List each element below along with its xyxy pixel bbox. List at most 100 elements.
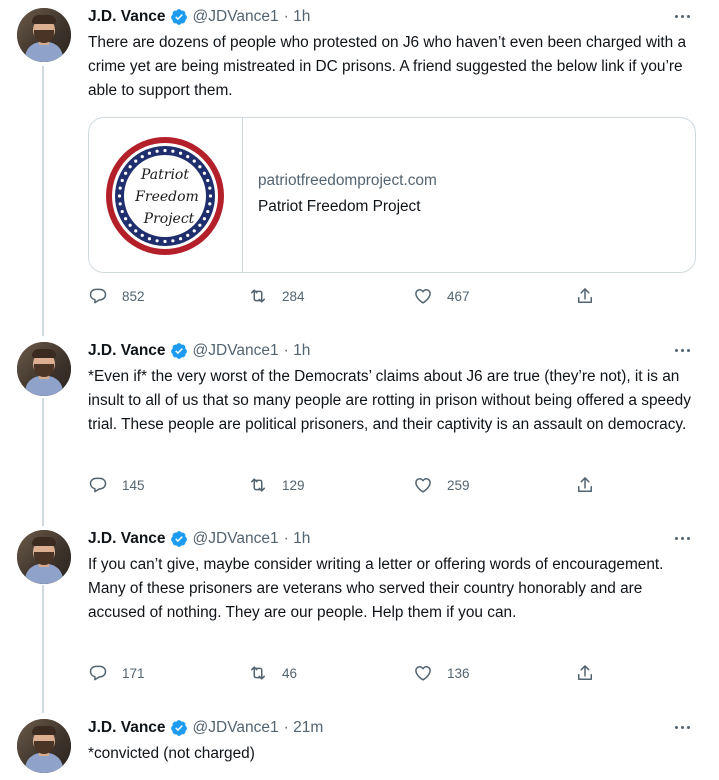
like-button[interactable]: 259 <box>413 475 470 495</box>
logo-star <box>206 209 210 214</box>
tweet[interactable]: J.D. Vance @JDVance1 · 1h There are doze… <box>0 0 719 328</box>
share-button[interactable] <box>575 286 609 306</box>
timestamp[interactable]: · 1h <box>284 530 311 548</box>
reply-icon <box>89 665 107 681</box>
logo-line-3: Project <box>143 211 195 227</box>
author-name[interactable]: J.D. Vance <box>88 530 166 548</box>
share-icon <box>578 477 592 492</box>
card-logo-image: Patriot Freedom Project <box>89 118 243 272</box>
tweet[interactable]: J.D. Vance @JDVance1 · 21m *convicted (n… <box>0 711 719 780</box>
timestamp[interactable]: · 1h <box>284 8 311 26</box>
card-title[interactable]: Patriot Freedom Project <box>258 198 421 216</box>
retweet-icon <box>251 478 265 492</box>
logo-line-1: Patriot <box>140 167 189 183</box>
logo-star <box>140 233 144 237</box>
more-options-icon[interactable] <box>675 719 690 735</box>
more-options-icon[interactable] <box>675 8 690 24</box>
link-card[interactable]: Patriot Freedom Project patriotfreedompr… <box>88 117 696 273</box>
retweet-icon <box>251 666 265 680</box>
logo-star <box>124 171 128 175</box>
more-options-icon[interactable] <box>675 530 690 546</box>
retweet-button[interactable]: 284 <box>248 286 305 306</box>
reply-icon <box>89 288 107 304</box>
tweet-header: J.D. Vance @JDVance1 · 1h <box>88 6 310 28</box>
patriot-freedom-logo: Patriot Freedom Project <box>106 137 224 255</box>
reply-count: 145 <box>122 477 145 493</box>
tweet-header: J.D. Vance @JDVance1 · 21m <box>88 717 323 739</box>
author-handle[interactable]: @JDVance1 <box>193 8 279 26</box>
like-icon <box>415 478 431 493</box>
author-name[interactable]: J.D. Vance <box>88 342 166 360</box>
more-options-icon[interactable] <box>675 342 690 358</box>
tweet[interactable]: J.D. Vance @JDVance1 · 1h If you can’t g… <box>0 522 719 702</box>
logo-star <box>128 165 132 169</box>
logo-star <box>155 239 159 243</box>
like-icon <box>415 666 431 681</box>
verified-badge-icon <box>170 343 187 359</box>
retweet-count: 46 <box>282 665 298 681</box>
reply-button[interactable]: 852 <box>88 286 145 306</box>
tweet-header: J.D. Vance @JDVance1 · 1h <box>88 340 310 362</box>
logo-star <box>117 194 122 198</box>
logo-star <box>186 155 190 159</box>
logo-star <box>178 237 183 241</box>
logo-star <box>134 159 138 163</box>
logo-star <box>128 223 132 227</box>
logo-star <box>118 186 122 190</box>
avatar[interactable] <box>17 342 71 396</box>
author-name[interactable]: J.D. Vance <box>88 719 166 737</box>
retweet-count: 284 <box>282 288 305 304</box>
author-handle[interactable]: @JDVance1 <box>193 719 279 737</box>
timestamp[interactable]: · 21m <box>284 719 324 737</box>
reply-count: 171 <box>122 665 145 681</box>
like-button[interactable]: 467 <box>413 286 470 306</box>
logo-star <box>192 229 196 233</box>
like-count: 136 <box>447 665 470 681</box>
tweet-text: If you can’t give, maybe consider writin… <box>88 556 664 621</box>
verified-badge-icon <box>170 531 187 547</box>
logo-star <box>124 217 128 221</box>
tweet-actions: 171 46 136 <box>88 663 608 687</box>
logo-star <box>208 186 212 190</box>
like-count: 259 <box>447 477 470 493</box>
logo-star <box>208 202 212 206</box>
logo-star <box>118 202 122 206</box>
logo-star <box>134 229 138 233</box>
reply-icon <box>89 477 107 493</box>
logo-star <box>208 194 213 198</box>
verified-badge-icon <box>170 720 187 736</box>
tweet[interactable]: J.D. Vance @JDVance1 · 1h *Even if* the … <box>0 334 719 514</box>
retweet-icon <box>251 289 265 303</box>
reply-button[interactable]: 145 <box>88 475 145 495</box>
retweet-button[interactable]: 46 <box>248 663 297 683</box>
author-name[interactable]: J.D. Vance <box>88 8 166 26</box>
share-button[interactable] <box>575 663 609 683</box>
avatar[interactable] <box>17 530 71 584</box>
tweet-header: J.D. Vance @JDVance1 · 1h <box>88 528 310 550</box>
logo-star <box>202 217 206 221</box>
avatar[interactable] <box>17 8 71 62</box>
logo-star <box>147 151 152 155</box>
avatar[interactable] <box>17 719 71 773</box>
author-handle[interactable]: @JDVance1 <box>193 530 279 548</box>
share-icon <box>578 665 592 680</box>
logo-star <box>155 149 159 153</box>
logo-star <box>171 239 175 243</box>
logo-star <box>186 233 190 237</box>
logo-star <box>140 155 144 159</box>
reply-button[interactable]: 171 <box>88 663 145 683</box>
retweet-button[interactable]: 129 <box>248 475 305 495</box>
like-button[interactable]: 136 <box>413 663 470 683</box>
tweet-text: *convicted (not charged) <box>88 745 255 762</box>
tweet-actions: 852 284 467 <box>88 286 608 310</box>
logo-star <box>202 171 206 175</box>
logo-star <box>120 209 124 214</box>
logo-star <box>198 223 202 227</box>
card-domain[interactable]: patriotfreedomproject.com <box>258 172 437 190</box>
author-handle[interactable]: @JDVance1 <box>193 342 279 360</box>
timestamp[interactable]: · 1h <box>284 342 311 360</box>
tweet-actions: 145 129 259 <box>88 475 608 499</box>
share-button[interactable] <box>575 475 609 495</box>
retweet-count: 129 <box>282 477 305 493</box>
logo-star <box>192 159 196 163</box>
